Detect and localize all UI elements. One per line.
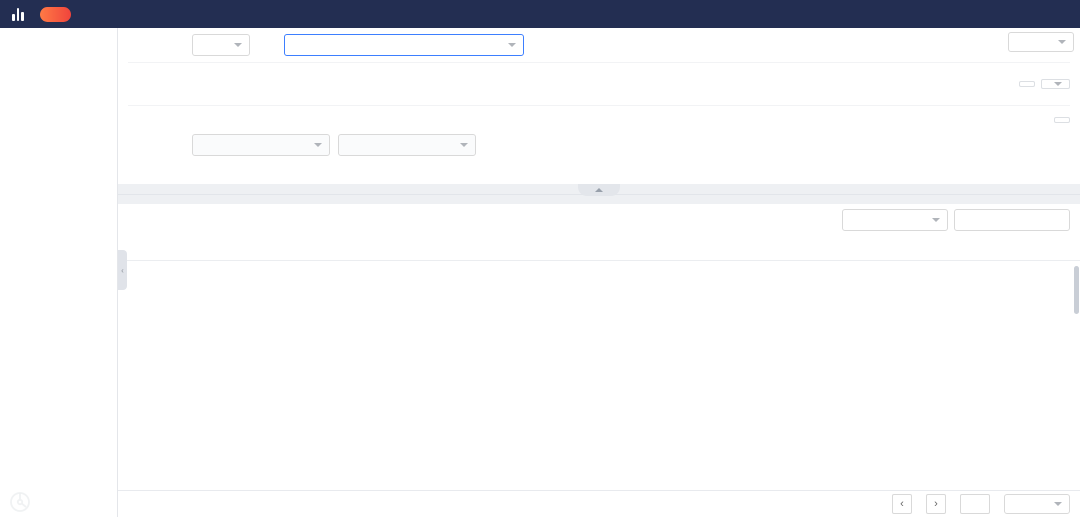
- business-type-select-2[interactable]: [338, 134, 476, 156]
- toolbar: [118, 204, 1080, 236]
- page-size-select[interactable]: [1004, 494, 1070, 514]
- search-icon: [960, 214, 972, 226]
- business-type-select-1[interactable]: [192, 134, 330, 156]
- region-select[interactable]: [192, 34, 250, 56]
- app-logo[interactable]: [12, 7, 30, 21]
- filter-panel: [118, 28, 1080, 184]
- major-list: [192, 66, 1009, 102]
- data-table: [118, 236, 1080, 490]
- top-navbar: [0, 0, 1080, 28]
- sidebar-collapse-handle[interactable]: ‹: [118, 250, 127, 290]
- search-box: [954, 209, 1070, 231]
- panel-divider: [118, 184, 1080, 204]
- next-page-button[interactable]: ›: [926, 494, 946, 514]
- megaphone-icon: [48, 9, 59, 20]
- chevron-down-icon: [314, 143, 322, 147]
- data-section: [118, 204, 1080, 490]
- chevron-down-icon: [1054, 502, 1062, 506]
- collapse-panel-tab[interactable]: [578, 184, 620, 196]
- logo-bars-icon: [12, 7, 24, 21]
- pagination-bar: ‹ ›: [118, 490, 1080, 517]
- table-header: [118, 236, 1080, 261]
- sidebar: [0, 28, 118, 517]
- cloud-pricing-select[interactable]: [1008, 32, 1074, 52]
- chevron-down-icon: [460, 143, 468, 147]
- more-majors-button[interactable]: [1041, 79, 1070, 89]
- chevron-up-icon: [595, 188, 603, 192]
- search-field-select[interactable]: [842, 209, 948, 231]
- chevron-down-icon: [234, 43, 242, 47]
- scrollbar-thumb[interactable]: [1074, 266, 1079, 314]
- chevron-down-icon: [932, 218, 940, 222]
- add-major-button[interactable]: [1019, 81, 1035, 87]
- list-lib-select[interactable]: [284, 34, 524, 56]
- chevron-down-icon: [1058, 40, 1066, 44]
- prev-page-button[interactable]: ‹: [892, 494, 912, 514]
- jump-page-input[interactable]: [960, 494, 990, 514]
- chevron-down-icon: [1054, 82, 1062, 86]
- chevron-down-icon: [508, 43, 516, 47]
- add-quota-button[interactable]: [1054, 117, 1070, 123]
- main-content: ‹ ›: [118, 28, 1080, 517]
- new-version-badge[interactable]: [39, 6, 71, 22]
